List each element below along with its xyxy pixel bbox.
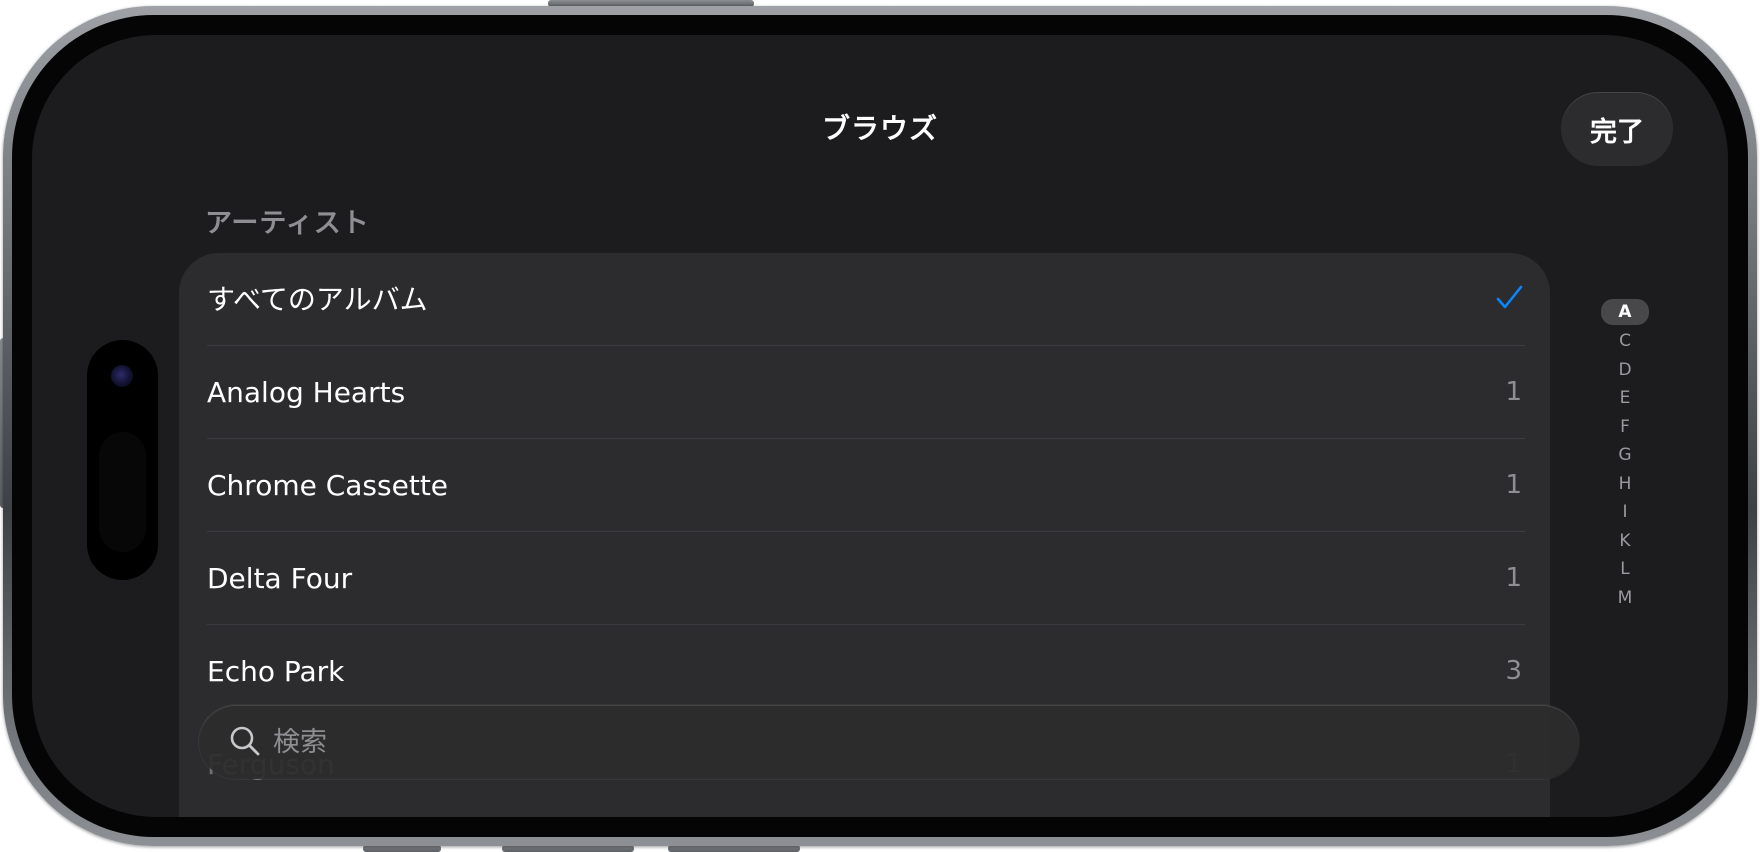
- phone-bezel: ブラウズ 完了 アーティスト すべてのアルバム Analog Hearts 1: [12, 15, 1748, 837]
- magnifier-icon: [230, 726, 260, 756]
- list-item-label: Delta Four: [207, 562, 353, 595]
- done-button[interactable]: 完了: [1561, 92, 1673, 166]
- list-item-count: 1: [1505, 563, 1522, 593]
- search-bar[interactable]: [199, 705, 1579, 779]
- face-id-sensor: [99, 432, 146, 552]
- dynamic-island: [87, 340, 158, 580]
- list-item[interactable]: Delta Four 1: [179, 532, 1550, 625]
- section-header-artists: アーティスト: [205, 208, 370, 239]
- list-item[interactable]: Analog Hearts 1: [179, 346, 1550, 439]
- search-input[interactable]: [273, 705, 1523, 779]
- list-item-count: 1: [1505, 470, 1522, 500]
- screen: ブラウズ 完了 アーティスト すべてのアルバム Analog Hearts 1: [32, 35, 1728, 817]
- index-letter[interactable]: F: [1601, 413, 1649, 442]
- index-letter[interactable]: A: [1601, 299, 1649, 325]
- action-button: [363, 845, 441, 852]
- index-letter[interactable]: I: [1601, 498, 1649, 527]
- index-letter[interactable]: D: [1601, 356, 1649, 385]
- section-index[interactable]: A C D E F G H I K L M: [1601, 299, 1649, 612]
- index-letter[interactable]: L: [1601, 555, 1649, 584]
- index-letter[interactable]: H: [1601, 470, 1649, 499]
- list-item-count: 1: [1505, 377, 1522, 407]
- index-letter[interactable]: M: [1601, 584, 1649, 613]
- device: ブラウズ 完了 アーティスト すべてのアルバム Analog Hearts 1: [0, 0, 1760, 852]
- index-letter[interactable]: E: [1601, 384, 1649, 413]
- index-letter[interactable]: K: [1601, 527, 1649, 556]
- page-title: ブラウズ: [821, 112, 938, 145]
- list-item-all-albums[interactable]: すべてのアルバム: [179, 253, 1550, 346]
- index-letter[interactable]: G: [1601, 441, 1649, 470]
- front-camera: [111, 365, 133, 387]
- index-letter[interactable]: C: [1601, 327, 1649, 356]
- phone-frame: ブラウズ 完了 アーティスト すべてのアルバム Analog Hearts 1: [3, 6, 1757, 846]
- volume-up-button: [502, 845, 634, 852]
- volume-down-button: [668, 845, 800, 852]
- list-item[interactable]: Chrome Cassette 1: [179, 439, 1550, 532]
- list-item-label: Chrome Cassette: [207, 469, 449, 502]
- checkmark-icon: [1496, 285, 1523, 309]
- list-item-label: すべてのアルバム: [207, 283, 428, 316]
- list-item-label: Analog Hearts: [207, 376, 406, 409]
